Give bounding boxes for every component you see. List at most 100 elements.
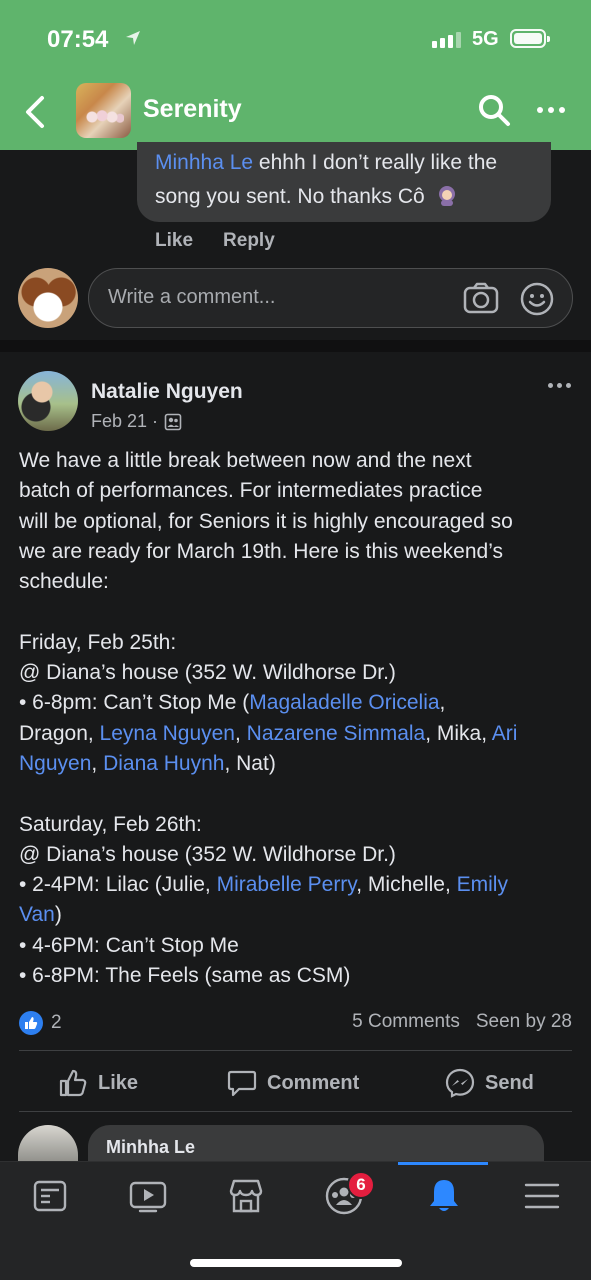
mention-link[interactable]: Mirabelle Perry — [217, 873, 357, 896]
status-time: 07:54 — [47, 26, 109, 53]
network-type: 5G — [472, 28, 499, 50]
mention-link[interactable]: Nazarene Simmala — [247, 722, 426, 745]
more-icon[interactable] — [548, 383, 571, 388]
mention-link[interactable]: Magaladelle Oricelia — [249, 691, 439, 714]
divider — [19, 1111, 572, 1112]
mention-link[interactable]: Ari — [492, 722, 518, 745]
group-title[interactable]: Serenity — [143, 95, 242, 124]
like-button[interactable]: Like — [58, 1068, 138, 1098]
post-text: • 2-4PM: Lilac (Julie, — [19, 873, 217, 897]
send-label: Send — [485, 1071, 534, 1094]
cellular-signal-icon — [432, 32, 461, 48]
feed-icon[interactable] — [30, 1176, 70, 1216]
app-header: 07:54 5G Serenity — [0, 0, 591, 150]
post-text: , Nat) — [224, 751, 276, 775]
comment-bubble: Minhha Le ehhh I don’t really like the s… — [137, 142, 551, 222]
mention-link[interactable]: Diana Huynh — [103, 752, 224, 775]
mention-link[interactable]: Nguyen — [19, 752, 91, 775]
feed-divider — [0, 340, 591, 352]
post-line: • 6-8pm: Can’t Stop Me (Magaladelle Oric… — [19, 688, 579, 718]
comment-input[interactable]: Write a comment... — [88, 268, 573, 328]
menu-icon[interactable] — [522, 1176, 562, 1216]
comment-text: song you sent. No thanks Cô — [155, 185, 425, 208]
watch-icon[interactable] — [128, 1176, 168, 1216]
post-text: , — [234, 721, 247, 745]
like-label: Like — [98, 1071, 139, 1094]
post-line: @ Diana’s house (352 W. Wildhorse Dr.) — [19, 661, 396, 685]
post-date[interactable]: Feb 21 · — [91, 411, 158, 432]
more-icon[interactable] — [537, 107, 565, 113]
speech-bubble-icon — [227, 1070, 257, 1097]
divider — [19, 1050, 572, 1051]
post-line: @ Diana’s house (352 W. Wildhorse Dr.) — [19, 842, 396, 866]
avatar[interactable] — [18, 268, 78, 328]
post-line: schedule: — [19, 570, 109, 594]
avatar[interactable] — [18, 1125, 78, 1165]
avatar[interactable] — [18, 371, 78, 431]
post-text: Dragon, — [19, 721, 100, 745]
like-count: 2 — [51, 1012, 62, 1033]
post-blank-line — [19, 779, 579, 809]
location-arrow-icon — [126, 31, 140, 45]
camera-icon[interactable] — [463, 281, 499, 317]
post-blank-line — [19, 597, 579, 627]
post-line: We have a little break between now and t… — [19, 449, 472, 472]
post-body: We have a little break between now and t… — [19, 446, 579, 991]
comment-label: Comment — [267, 1071, 360, 1094]
mention-link[interactable]: Emily — [457, 873, 508, 896]
comment-reply-link[interactable]: Reply — [223, 230, 275, 252]
post-text: , — [91, 751, 104, 775]
post-line: Nguyen, Diana Huynh, Nat) — [19, 749, 579, 779]
thumbs-up-icon — [19, 1011, 43, 1035]
comment-button[interactable]: Comment — [227, 1068, 359, 1098]
post-text: ) — [54, 903, 62, 927]
notifications-icon[interactable] — [424, 1176, 464, 1216]
group-avatar[interactable] — [76, 83, 131, 138]
active-tab-indicator — [398, 1162, 488, 1165]
post-line: Dragon, Leyna Nguyen, Nazarene Simmala, … — [19, 719, 579, 749]
comment-author[interactable]: Minhha Le — [106, 1137, 195, 1158]
post-line: • 4-6PM: Can’t Stop Me — [19, 933, 239, 957]
comment-like-link[interactable]: Like — [155, 230, 193, 252]
post-text: , Michelle, — [356, 873, 457, 897]
notification-badge: 6 — [347, 1171, 375, 1199]
group-nav-bar: Serenity — [0, 80, 591, 150]
post-line: will be optional, for Seniors it is high… — [19, 509, 513, 533]
comment-text-line: song you sent. No thanks Cô — [155, 180, 533, 214]
home-indicator — [190, 1259, 402, 1267]
reaction-summary[interactable]: 2 — [19, 1011, 62, 1035]
post-author[interactable]: Natalie Nguyen — [91, 380, 243, 404]
seen-by-count[interactable]: Seen by 28 — [476, 1011, 572, 1033]
post-text: , — [439, 691, 446, 715]
post-line: Saturday, Feb 26th: — [19, 812, 202, 836]
post-actions: Like Comment Send — [0, 1060, 591, 1108]
thumbs-up-icon — [59, 1069, 87, 1097]
comment-text: ehhh I don’t really like the — [258, 151, 498, 174]
post-line: Friday, Feb 25th: — [19, 630, 177, 654]
comment-author-link[interactable]: Minhha Le — [155, 151, 253, 174]
status-bar: 07:54 5G — [0, 0, 591, 80]
post-stats: 5 Comments Seen by 28 — [352, 1011, 572, 1033]
search-icon[interactable] — [477, 93, 511, 127]
post-meta: Feb 21 · — [91, 411, 182, 432]
woman-with-headscarf-emoji-icon — [438, 186, 455, 206]
mention-link[interactable]: Leyna Nguyen — [100, 722, 235, 745]
post-line: batch of performances. For intermediates… — [19, 479, 483, 503]
messenger-icon — [445, 1068, 475, 1098]
marketplace-icon[interactable] — [226, 1176, 266, 1216]
smiley-icon[interactable] — [519, 281, 555, 317]
comment-actions: Like Reply — [155, 230, 275, 252]
post-line: we are ready for March 19th. Here is thi… — [19, 539, 504, 563]
post-text: • 6-8pm: Can’t Stop Me ( — [19, 691, 250, 715]
chevron-left-icon[interactable] — [22, 94, 50, 130]
comments-count[interactable]: 5 Comments — [352, 1011, 460, 1033]
send-button[interactable]: Send — [445, 1068, 534, 1098]
comment-bubble: Minhha Le — [88, 1125, 544, 1165]
comment-text-line: Minhha Le ehhh I don’t really like the — [155, 146, 533, 180]
comment-placeholder: Write a comment... — [108, 286, 276, 308]
post-line: • 6-8PM: The Feels (same as CSM) — [19, 964, 351, 988]
post-text: , Mika, — [425, 721, 492, 745]
mention-link[interactable]: Van — [19, 903, 55, 926]
post-line: • 2-4PM: Lilac (Julie, Mirabelle Perry, … — [19, 870, 579, 900]
battery-icon — [510, 29, 550, 48]
